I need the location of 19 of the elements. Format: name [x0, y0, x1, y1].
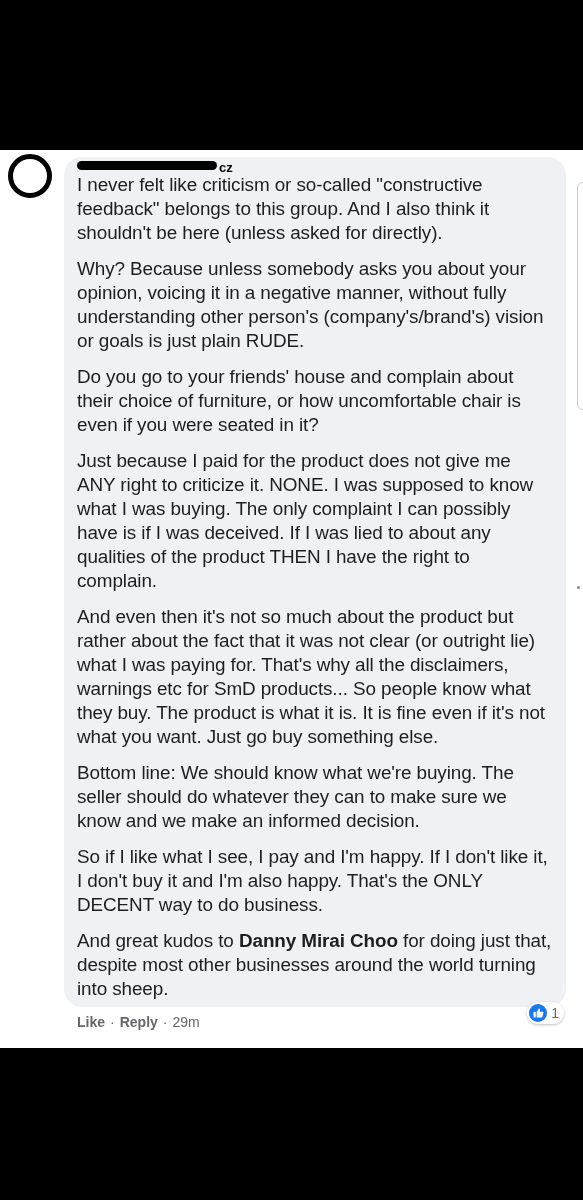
comment-paragraph: Bottom line: We should know what we're buying. The seller should do whatever they can to make sure we know and we make an informed decision.: [77, 761, 515, 833]
reaction-count: 1: [551, 1005, 559, 1021]
avatar-circle: [8, 154, 52, 198]
comment-paragraph: Do you go to your friends' house and complain about their choice of furniture, or how uncomfortable chair is even if you were seated in it?: [77, 365, 522, 437]
separator-dot: ·: [162, 1013, 168, 1031]
comment-paragraph: I never felt like criticism or so-called "constructive feedback" belongs to this group. And I also think it shouldn't be here (unless asked for directly).: [77, 173, 491, 245]
comment-paragraph: So if I like what I see, I pay and I'm happy. If I don't like it, I don't buy it and I'm also happy. That's the ONLY DECENT way to do business.: [77, 845, 549, 917]
thumbs-up-icon: [529, 1004, 548, 1022]
comment-paragraph: And great kudos to Danny Mirai Choo for doing just that, despite most other businesses around the world turning into sheep.: [77, 929, 552, 1001]
side-dot: [577, 586, 580, 589]
comment-paragraph: Why? Because unless somebody asks you about your opinion, voicing it in a negative manner, without fully understanding other person's (company's/brand's) vision or goals is just plain RUDE.: [77, 257, 545, 353]
comment-action-link[interactable]: Reply: [119, 1013, 158, 1031]
author-name[interactable]: cz: [219, 161, 233, 175]
comment-action-link[interactable]: Like: [77, 1013, 105, 1031]
comment-paragraph: Just because I paid for the product does not give me ANY right to criticize it. NONE. I was supposed to know what I was buying. The only complaint I can possibly have is if I was deceived. If I was lied to about any qualities of the product THEN I have the right to complain.: [77, 449, 535, 593]
comment-time: 29m: [172, 1013, 200, 1031]
separator-dot: ·: [110, 1013, 115, 1031]
comment-paragraph: And even then it's not so much about the product but rather about the fact that it was not clear (or outright lie) what I was paying for. That's why all the disclaimers, warnings etc for SmD products... So people know what they buy. The product is what it is. It is fine even if it's not what you want. Just go buy something else.: [77, 605, 546, 749]
reaction-badge[interactable]: 1: [527, 1002, 564, 1024]
